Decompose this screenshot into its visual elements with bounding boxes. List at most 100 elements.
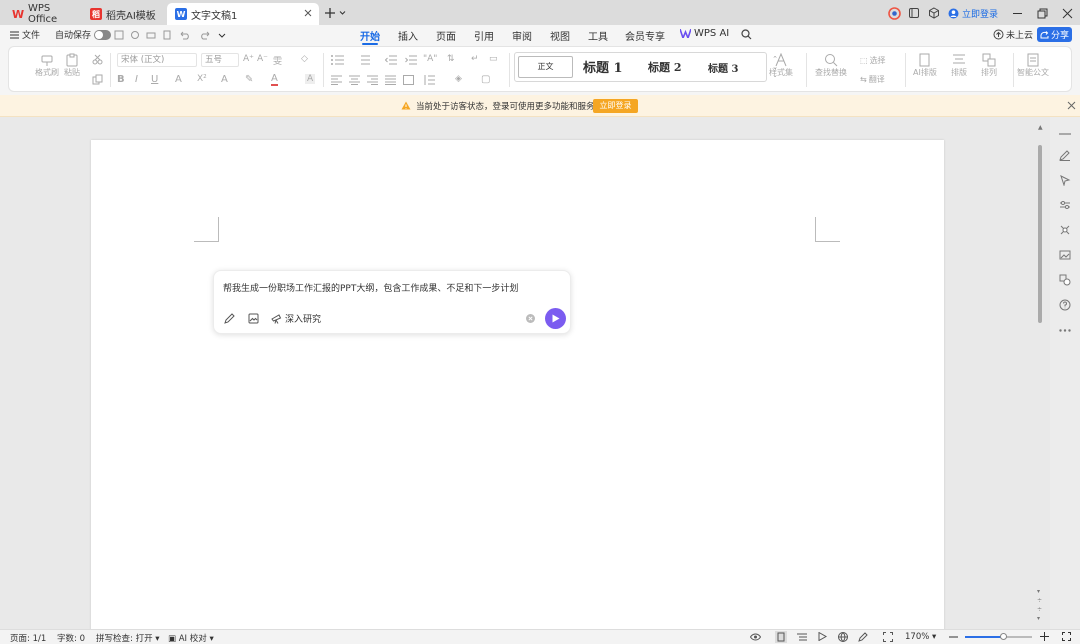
find-replace-button[interactable]: 查找替换 <box>815 53 847 78</box>
zoom-slider-thumb[interactable] <box>1000 633 1007 640</box>
align-center-icon[interactable] <box>349 75 360 85</box>
eye-protection-icon[interactable] <box>750 633 761 641</box>
cursor-select-icon[interactable] <box>1059 174 1071 186</box>
style-normal[interactable]: 正文 <box>518 56 573 78</box>
tools-icon[interactable] <box>1059 224 1071 236</box>
increase-indent-icon[interactable] <box>405 55 417 65</box>
numbered-list-icon[interactable] <box>357 55 370 65</box>
format-painter-button[interactable]: 格式刷 <box>35 53 59 78</box>
border-icon[interactable]: ▢ <box>481 74 490 85</box>
close-window-icon[interactable] <box>1062 8 1073 19</box>
print-preview-icon[interactable] <box>162 30 172 40</box>
spell-check-status[interactable]: 拼写检查: 打开 ▾ <box>96 632 160 644</box>
more-icon[interactable] <box>1059 329 1071 332</box>
ai-layout-button[interactable]: AI排版 <box>913 53 937 78</box>
deep-research-button[interactable]: 深入研究 <box>271 312 321 325</box>
cube-icon[interactable] <box>928 7 940 19</box>
help-icon[interactable] <box>1059 299 1071 311</box>
highlight-icon[interactable]: ✎ <box>245 74 253 85</box>
outline-view-icon[interactable] <box>797 633 807 641</box>
layout-button[interactable]: 排版 <box>951 53 967 78</box>
bold-icon[interactable]: B <box>117 74 125 85</box>
notification-login-button[interactable]: 立即登录 <box>593 99 638 113</box>
zoom-out-icon[interactable] <box>949 636 958 638</box>
font-name-select[interactable]: 宋体 (正文) <box>117 53 197 67</box>
file-menu[interactable]: 文件 <box>10 28 40 41</box>
ai-prompt-box[interactable]: 帮我生成一份职场工作汇报的PPT大纲，包含工作成果、不足和下一步计划 深入研究 <box>213 270 571 334</box>
style-set-button[interactable]: 样式集 <box>769 53 793 78</box>
cut-icon[interactable] <box>92 54 103 65</box>
search-icon[interactable] <box>741 29 752 40</box>
chevron-down-icon[interactable] <box>218 30 226 40</box>
share-button[interactable]: 分享 <box>1037 27 1072 42</box>
scroll-up-icon[interactable]: ▲ <box>1038 124 1043 131</box>
shading-icon[interactable]: ◈ <box>455 74 462 84</box>
tab-docer-ai[interactable]: 稻 稻壳AI模板 <box>82 3 164 25</box>
window-mode-icon[interactable] <box>908 7 920 19</box>
save-icon[interactable] <box>114 30 124 40</box>
ai-assistant-icon[interactable] <box>888 6 901 20</box>
new-tab-icon[interactable] <box>324 7 336 19</box>
scroll-nav[interactable]: ▾ ÷ ÷ ▾ <box>1037 587 1042 623</box>
zoom-slider[interactable] <box>965 633 1032 640</box>
justify-icon[interactable] <box>385 75 396 85</box>
strikethrough-icon[interactable]: A <box>175 74 182 85</box>
copy-icon[interactable] <box>92 74 103 85</box>
smart-doc-button[interactable]: 智能公文 <box>1017 53 1049 78</box>
font-color-icon[interactable]: A <box>271 73 278 86</box>
zoom-in-icon[interactable] <box>1040 632 1049 641</box>
tab-wps-office[interactable]: W WPS Office <box>4 3 80 25</box>
shrink-font-icon[interactable]: A⁻ <box>257 54 268 64</box>
distribute-icon[interactable] <box>403 75 414 85</box>
cloud-status[interactable]: 未上云 <box>993 28 1033 41</box>
paste-button[interactable]: 粘贴 <box>64 53 80 78</box>
menu-tab-tools[interactable]: 工具 <box>588 28 608 43</box>
web-view-icon[interactable] <box>838 632 848 642</box>
login-button[interactable]: 立即登录 <box>948 5 998 21</box>
change-case-icon[interactable]: "A" <box>423 54 437 64</box>
restore-icon[interactable] <box>1037 8 1048 19</box>
image-icon[interactable] <box>1059 249 1071 261</box>
zoom-level[interactable]: 170% ▾ <box>905 632 936 642</box>
menu-tab-view[interactable]: 视图 <box>550 28 570 43</box>
close-tab-icon[interactable] <box>303 8 313 18</box>
style-heading-3[interactable]: 标题 3 <box>708 60 738 75</box>
page-count[interactable]: 页面: 1/1 <box>10 632 46 644</box>
superscript-icon[interactable]: X² <box>197 74 207 84</box>
fit-page-icon[interactable] <box>883 632 893 642</box>
bullet-list-icon[interactable] <box>331 55 344 65</box>
send-button[interactable] <box>545 308 566 329</box>
pen-tool-icon[interactable] <box>224 313 235 324</box>
clear-input-icon[interactable] <box>526 314 535 323</box>
arrange-button[interactable]: 排列 <box>981 53 997 78</box>
document-page[interactable] <box>91 140 944 640</box>
page-view-icon[interactable] <box>775 631 787 643</box>
ai-proofread-button[interactable]: ▣ AI 校对 ▾ <box>168 632 214 644</box>
align-right-icon[interactable] <box>367 75 378 85</box>
close-notification-icon[interactable] <box>1067 101 1076 110</box>
redo-icon[interactable] <box>198 30 212 40</box>
char-shading-icon[interactable]: A <box>305 74 316 84</box>
fullscreen-icon[interactable] <box>1062 632 1071 641</box>
undo-icon[interactable] <box>178 30 192 40</box>
autosave-toggle[interactable]: 自动保存 <box>55 28 112 41</box>
show-marks-icon[interactable]: ↵ <box>471 54 479 64</box>
edit-icon[interactable] <box>1059 149 1071 161</box>
menu-tab-member[interactable]: 会员专享 <box>625 28 665 43</box>
image-upload-icon[interactable] <box>248 313 259 324</box>
menu-tab-review[interactable]: 审阅 <box>512 28 532 43</box>
menu-tab-home[interactable]: 开始 <box>360 28 380 45</box>
word-count[interactable]: 字数: 0 <box>57 632 85 644</box>
select-button[interactable]: ⬚ 选择 <box>860 55 886 66</box>
phonetic-guide-icon[interactable]: 雯 <box>273 54 282 67</box>
menu-tab-page[interactable]: 页面 <box>436 28 456 43</box>
print-icon[interactable] <box>146 30 156 40</box>
scrollbar-thumb[interactable] <box>1038 145 1042 323</box>
pen-icon[interactable] <box>858 632 868 642</box>
shapes-icon[interactable] <box>1059 274 1071 286</box>
style-heading-1[interactable]: 标题 1 <box>583 57 623 76</box>
prompt-text[interactable]: 帮我生成一份职场工作汇报的PPT大纲，包含工作成果、不足和下一步计划 <box>223 281 518 294</box>
menu-tab-insert[interactable]: 插入 <box>398 28 418 43</box>
chevron-down-icon[interactable] <box>339 10 346 16</box>
menu-tab-references[interactable]: 引用 <box>474 28 494 43</box>
